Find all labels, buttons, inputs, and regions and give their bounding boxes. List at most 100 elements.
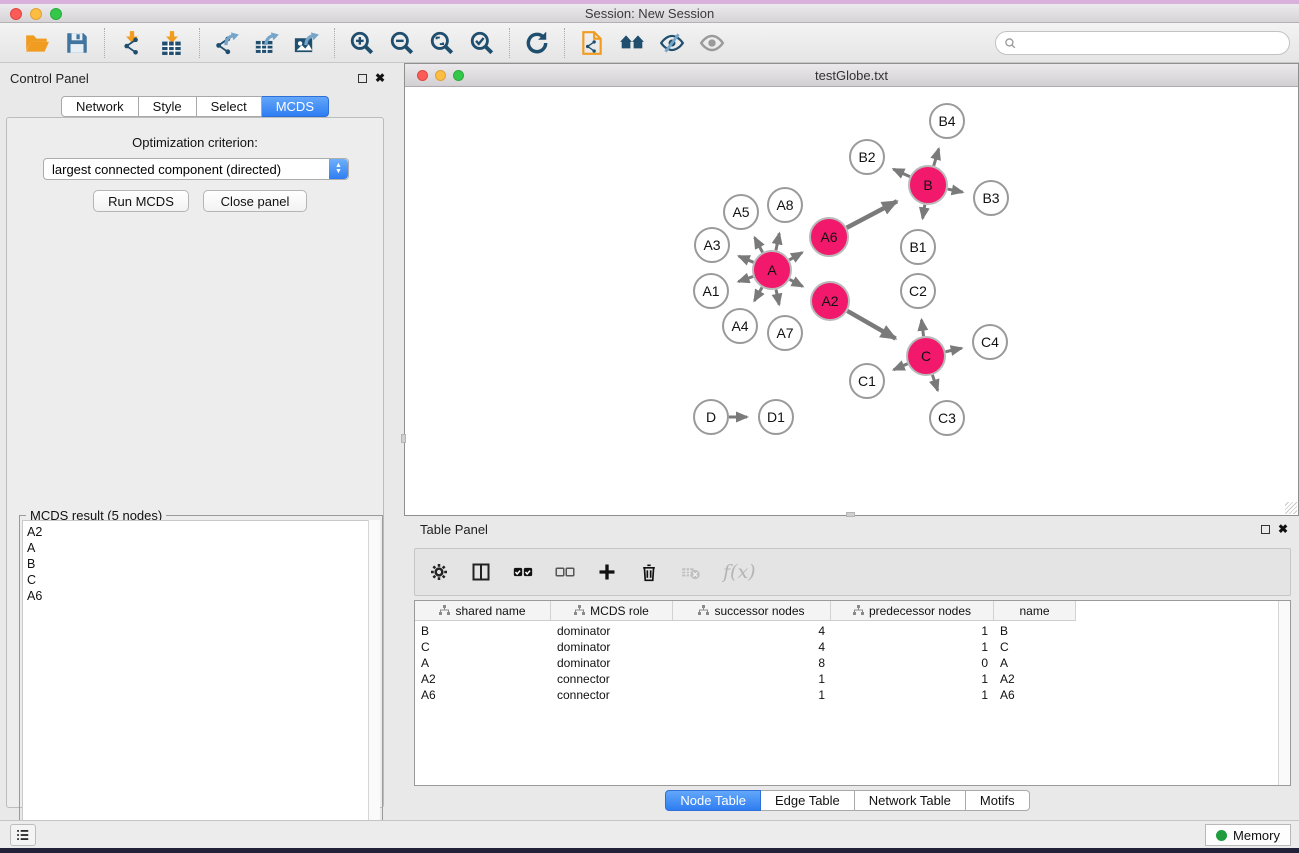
edge-B-B2[interactable]: [893, 169, 909, 177]
splitter-handle-vertical[interactable]: [401, 434, 406, 443]
node-C2[interactable]: C2: [901, 274, 935, 308]
table-scrollbar[interactable]: [1278, 601, 1290, 785]
close-window-button[interactable]: [10, 8, 22, 20]
node-B2[interactable]: B2: [850, 140, 884, 174]
select-all-button[interactable]: [513, 562, 533, 582]
node-A6[interactable]: A6: [810, 218, 848, 256]
edge-A-A3[interactable]: [739, 256, 754, 262]
result-item[interactable]: A6: [27, 588, 369, 604]
node-A5[interactable]: A5: [724, 195, 758, 229]
cell-MCDS-role[interactable]: dominator: [551, 623, 673, 639]
table-close-icon[interactable]: ✖: [1278, 522, 1288, 536]
network-graph[interactable]: B4B2BB3B1A5A8A6A3AA1A2C2A4A7CC4C1C3DD1: [405, 87, 1298, 515]
result-item[interactable]: C: [27, 572, 369, 588]
table-float-icon[interactable]: [1261, 525, 1270, 534]
zoom-selected-button[interactable]: [467, 28, 497, 58]
close-panel-button[interactable]: Close panel: [203, 190, 307, 212]
node-A2[interactable]: A2: [811, 282, 849, 320]
cell-name[interactable]: B: [994, 623, 1076, 639]
column-header-shared-name[interactable]: shared name: [415, 601, 551, 620]
result-item[interactable]: A2: [27, 524, 369, 540]
import-network-button[interactable]: [117, 28, 147, 58]
resize-grip-icon[interactable]: [1285, 502, 1297, 514]
network-window-titlebar[interactable]: testGlobe.txt: [405, 64, 1298, 87]
search-input[interactable]: [1022, 36, 1289, 50]
table-tab-motifs[interactable]: Motifs: [966, 790, 1030, 811]
tab-network[interactable]: Network: [61, 96, 139, 117]
network-zoom-button[interactable]: [453, 70, 464, 81]
cell-shared-name[interactable]: B: [415, 623, 551, 639]
cell-successor-nodes[interactable]: 8: [673, 655, 831, 671]
node-table[interactable]: shared nameMCDS rolesuccessor nodesprede…: [414, 600, 1291, 786]
import-table-button[interactable]: [157, 28, 187, 58]
close-panel-icon[interactable]: ✖: [375, 71, 385, 85]
column-header-predecessor-nodes[interactable]: predecessor nodes: [831, 601, 994, 620]
node-B4[interactable]: B4: [930, 104, 964, 138]
cell-predecessor-nodes[interactable]: 0: [831, 655, 994, 671]
mcds-result-list[interactable]: A2ABCA6: [22, 520, 370, 850]
new-network-from-file-button[interactable]: [577, 28, 607, 58]
show-panels-button[interactable]: [10, 824, 36, 846]
open-folder-button[interactable]: [22, 28, 52, 58]
node-A3[interactable]: A3: [695, 228, 729, 262]
table-row[interactable]: Cdominator41C: [415, 639, 1076, 655]
table-row[interactable]: A2connector11A2: [415, 671, 1076, 687]
table-tab-node-table[interactable]: Node Table: [665, 790, 761, 811]
criterion-dropdown[interactable]: largest connected component (directed) ▲…: [43, 158, 349, 180]
edge-A-A5[interactable]: [755, 238, 763, 253]
edge-A-A7[interactable]: [776, 290, 779, 305]
node-B[interactable]: B: [909, 166, 947, 204]
node-B3[interactable]: B3: [974, 181, 1008, 215]
edge-A-A8[interactable]: [776, 233, 779, 250]
edge-A2-C[interactable]: [847, 311, 895, 339]
zoom-in-button[interactable]: [347, 28, 377, 58]
network-minimize-button[interactable]: [435, 70, 446, 81]
cell-predecessor-nodes[interactable]: 1: [831, 687, 994, 703]
houses-button[interactable]: [617, 28, 647, 58]
edge-A-A1[interactable]: [738, 277, 753, 282]
node-C3[interactable]: C3: [930, 401, 964, 435]
node-A[interactable]: A: [753, 251, 791, 289]
cell-shared-name[interactable]: A: [415, 655, 551, 671]
add-button[interactable]: [597, 562, 617, 582]
edge-C-C3[interactable]: [932, 375, 937, 391]
result-item[interactable]: A: [27, 540, 369, 556]
edge-C-C1[interactable]: [894, 364, 908, 370]
table-row[interactable]: A6connector11A6: [415, 687, 1076, 703]
column-header-MCDS-role[interactable]: MCDS role: [551, 601, 673, 620]
cell-shared-name[interactable]: A2: [415, 671, 551, 687]
columns-button[interactable]: [471, 562, 491, 582]
export-network-button[interactable]: [212, 28, 242, 58]
run-mcds-button[interactable]: Run MCDS: [93, 190, 189, 212]
table-row[interactable]: Adominator80A: [415, 655, 1076, 671]
edge-B-B1[interactable]: [923, 205, 925, 219]
gear-button[interactable]: [429, 562, 449, 582]
save-button[interactable]: [62, 28, 92, 58]
show-eye-button[interactable]: [697, 28, 727, 58]
node-C1[interactable]: C1: [850, 364, 884, 398]
node-A8[interactable]: A8: [768, 188, 802, 222]
network-canvas[interactable]: B4B2BB3B1A5A8A6A3AA1A2C2A4A7CC4C1C3DD1: [405, 87, 1298, 515]
tab-select[interactable]: Select: [197, 96, 262, 117]
refresh-button[interactable]: [522, 28, 552, 58]
edge-B-B4[interactable]: [934, 149, 939, 166]
result-item[interactable]: B: [27, 556, 369, 572]
node-C4[interactable]: C4: [973, 325, 1007, 359]
column-header-successor-nodes[interactable]: successor nodes: [673, 601, 831, 620]
hide-eye-button[interactable]: [657, 28, 687, 58]
minimize-window-button[interactable]: [30, 8, 42, 20]
edge-A-A6[interactable]: [789, 253, 802, 260]
column-header-name[interactable]: name: [994, 601, 1076, 620]
cell-name[interactable]: A6: [994, 687, 1076, 703]
cell-successor-nodes[interactable]: 4: [673, 623, 831, 639]
table-row[interactable]: Bdominator41B: [415, 623, 1076, 639]
cell-predecessor-nodes[interactable]: 1: [831, 671, 994, 687]
tab-mcds[interactable]: MCDS: [262, 96, 329, 117]
export-image-button[interactable]: [292, 28, 322, 58]
edge-C-C2[interactable]: [922, 320, 924, 336]
float-panel-icon[interactable]: [358, 74, 367, 83]
edge-A6-B[interactable]: [847, 201, 897, 227]
table-tab-edge-table[interactable]: Edge Table: [761, 790, 855, 811]
node-A1[interactable]: A1: [694, 274, 728, 308]
result-scrollbar[interactable]: [368, 520, 380, 850]
